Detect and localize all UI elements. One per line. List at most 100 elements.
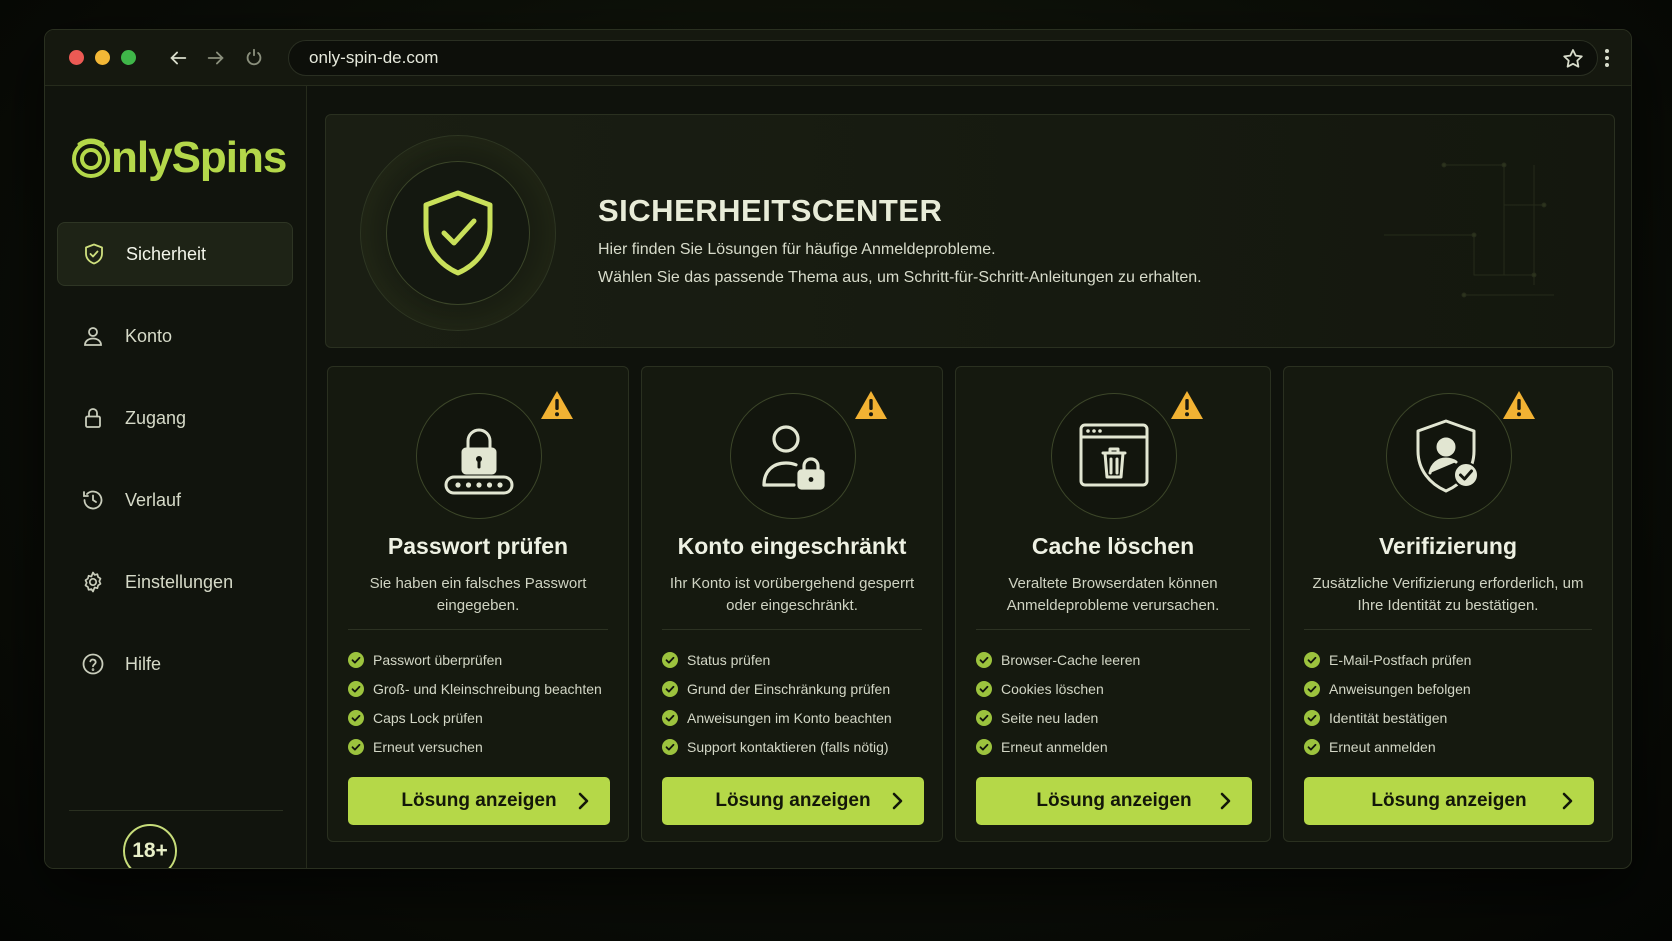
card-icon-badge [416, 393, 542, 519]
list-item: Seite neu laden [976, 703, 1254, 732]
card-description: Sie haben ein falsches Passwort eingegeb… [369, 575, 587, 614]
logo-text: nlySpins [111, 133, 287, 182]
check-circle-icon [662, 651, 678, 668]
sidebar-item-label: Einstellungen [125, 571, 234, 592]
card-title: Konto eingeschränkt [677, 533, 907, 559]
check-circle-icon [976, 709, 992, 726]
warning-icon [1503, 391, 1535, 419]
browser-window: only-spin-de.com nlySpins Sicherheit Kon… [44, 29, 1632, 869]
check-circle-icon [1304, 680, 1320, 697]
onlyspins-logo[interactable]: nlySpins [69, 128, 287, 188]
check-circle-icon [662, 709, 678, 726]
check-circle-icon [976, 680, 992, 697]
check-circle-icon [1304, 738, 1320, 755]
show-solution-button[interactable]: Lösung anzeigen [662, 777, 924, 825]
sidebar-item-einstellungen[interactable]: Einstellungen [57, 550, 293, 614]
address-bar[interactable]: only-spin-de.com [288, 40, 1598, 76]
list-item: Erneut anmelden [1304, 732, 1596, 761]
gear-icon [84, 571, 102, 593]
check-circle-icon [662, 738, 678, 755]
reload-button[interactable] [238, 42, 270, 74]
sidebar-item-hilfe[interactable]: Hilfe [57, 632, 293, 696]
checklist: Passwort überprüfen Groß- und Kleinschre… [348, 645, 612, 761]
list-item: Identität bestätigen [1304, 703, 1596, 732]
card-title: Cache löschen [1031, 533, 1195, 559]
card-divider [976, 629, 1250, 630]
security-center-header: SICHERHEITSCENTER Hier finden Sie Lösung… [325, 114, 1615, 348]
sidebar-item-zugang[interactable]: Zugang [57, 386, 293, 450]
more-menu-icon[interactable] [1595, 46, 1619, 70]
card-icon-badge [1051, 393, 1177, 519]
card-konto-eingeschraenkt: Konto eingeschränkt Ihr Konto ist vorübe… [641, 366, 943, 842]
check-circle-icon [348, 738, 364, 755]
sidebar-item-label: Zugang [125, 407, 187, 428]
user-icon [84, 327, 102, 346]
close-window-button[interactable] [69, 50, 84, 65]
sidebar-item-konto[interactable]: Konto [57, 304, 293, 368]
shield-check-icon [423, 190, 493, 276]
card-title: Passwort prüfen [387, 533, 569, 559]
list-item: Passwort überprüfen [348, 645, 612, 674]
sidebar-nav: Sicherheit Konto Zugang Verlauf Einstell… [57, 222, 293, 714]
list-item: Status prüfen [662, 645, 926, 674]
list-item: Browser-Cache leeren [976, 645, 1254, 674]
forward-button[interactable] [200, 42, 232, 74]
list-item: E-Mail-Postfach prüfen [1304, 645, 1596, 674]
browser-trash-icon [1079, 423, 1149, 487]
check-circle-icon [348, 680, 364, 697]
chevron-right-icon [1220, 792, 1231, 810]
sidebar-item-sicherheit[interactable]: Sicherheit [57, 222, 293, 286]
chevron-right-icon [578, 792, 589, 810]
hero-description-1: Hier finden Sie Lösungen für häufige Anm… [598, 241, 996, 258]
reload-icon [246, 48, 262, 65]
history-icon [83, 490, 103, 510]
browser-toolbar: only-spin-de.com [45, 30, 1631, 86]
card-description: Veraltete Browserdaten können Anmeldepro… [1006, 575, 1220, 614]
show-solution-button[interactable]: Lösung anzeigen [1304, 777, 1594, 825]
sidebar-item-verlauf[interactable]: Verlauf [57, 468, 293, 532]
logo-spin-icon [72, 138, 110, 178]
checklist: E-Mail-Postfach prüfen Anweisungen befol… [1304, 645, 1596, 761]
list-item: Support kontaktieren (falls nötig) [662, 732, 926, 761]
card-passwort-pruefen: Passwort prüfen Sie haben ein falsches P… [327, 366, 629, 842]
maximize-window-button[interactable] [121, 50, 136, 65]
shield-check-icon [85, 243, 103, 265]
hero-shield-badge [386, 161, 530, 305]
checklist: Status prüfen Grund der Einschränkung pr… [662, 645, 926, 761]
minimize-window-button[interactable] [95, 50, 110, 65]
warning-icon [541, 391, 573, 419]
shield-user-check-icon [1416, 419, 1479, 493]
card-description: Ihr Konto ist vorübergehend gesperrt ode… [669, 575, 915, 614]
solution-cards: Passwort prüfen Sie haben ein falsches P… [327, 366, 1617, 842]
list-item: Cookies löschen [976, 674, 1254, 703]
check-circle-icon [348, 709, 364, 726]
sidebar-divider [69, 810, 283, 811]
checklist: Browser-Cache leeren Cookies löschen Sei… [976, 645, 1254, 761]
list-item: Anweisungen im Konto beachten [662, 703, 926, 732]
back-button[interactable] [162, 42, 194, 74]
warning-icon [1171, 391, 1203, 419]
bookmark-star-icon[interactable] [1561, 47, 1585, 71]
check-circle-icon [662, 680, 678, 697]
card-description: Zusätzliche Verifizierung erforderlich, … [1312, 575, 1584, 614]
list-item: Erneut versuchen [348, 732, 612, 761]
check-circle-icon [976, 651, 992, 668]
sidebar-item-label: Verlauf [125, 489, 182, 510]
card-divider [348, 629, 608, 630]
list-item: Anweisungen befolgen [1304, 674, 1596, 703]
show-solution-button[interactable]: Lösung anzeigen [348, 777, 610, 825]
list-item: Grund der Einschränkung prüfen [662, 674, 926, 703]
sidebar: nlySpins Sicherheit Konto Zugang Verlauf [45, 86, 307, 868]
help-icon [82, 653, 104, 675]
check-circle-icon [1304, 651, 1320, 668]
card-title: Verifizierung [1378, 533, 1518, 559]
sidebar-item-label: Sicherheit [126, 243, 207, 264]
window-controls [69, 50, 136, 65]
show-solution-button[interactable]: Lösung anzeigen [976, 777, 1252, 825]
password-lock-icon [444, 428, 514, 495]
list-item: Groß- und Kleinschreibung beachten [348, 674, 612, 703]
card-cache-loeschen: Cache löschen Veraltete Browserdaten kön… [955, 366, 1271, 842]
age-restriction-badge: 18+ [123, 824, 177, 868]
chevron-right-icon [892, 792, 903, 810]
page-title: SICHERHEITSCENTER [598, 193, 943, 228]
